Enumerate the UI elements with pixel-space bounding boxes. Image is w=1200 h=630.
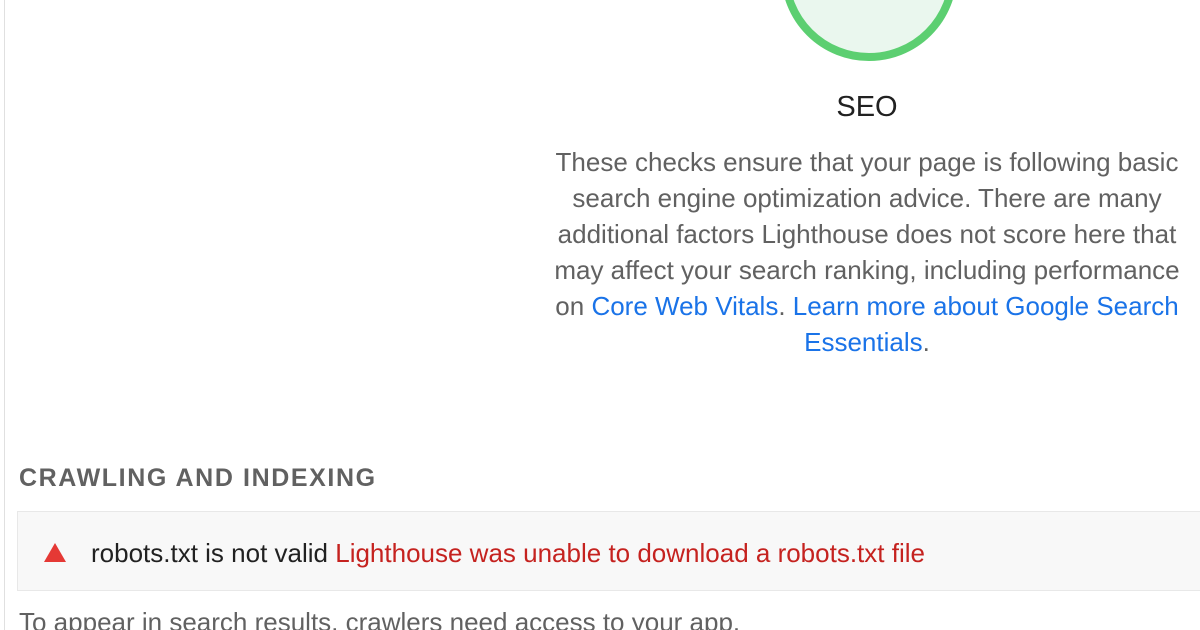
description-line: Essentials. [507, 324, 1200, 360]
learn-more-link-continued[interactable]: Essentials [804, 327, 923, 357]
description-line: on Core Web Vitals. Learn more about Goo… [507, 288, 1200, 324]
category-description: These checks ensure that your page is fo… [507, 144, 1200, 360]
fail-triangle-icon [44, 543, 66, 562]
left-divider [4, 0, 5, 630]
description-text: on [555, 291, 592, 321]
core-web-vitals-link[interactable]: Core Web Vitals [591, 291, 778, 321]
learn-more-link[interactable]: Learn more about Google Search [793, 291, 1179, 321]
audit-display-value: Lighthouse was unable to download a robo… [335, 538, 925, 568]
group-description: To appear in search results, crawlers ne… [19, 607, 741, 630]
description-text: . [778, 291, 793, 321]
group-title-crawling: CRAWLING AND INDEXING [19, 464, 377, 492]
description-line: additional factors Lighthouse does not s… [557, 219, 1177, 249]
description-line: These checks ensure that your page is fo… [555, 147, 1179, 177]
audit-robots-txt[interactable]: robots.txt is not valid Lighthouse was u… [17, 511, 1200, 591]
description-line: may affect your search ranking, includin… [554, 255, 1180, 285]
audit-title: robots.txt is not valid [91, 538, 328, 568]
seo-score-gauge-icon[interactable] [781, 0, 957, 61]
lighthouse-report: SEO These checks ensure that your page i… [0, 0, 1200, 630]
audit-text: robots.txt is not valid Lighthouse was u… [91, 536, 925, 570]
description-line: search engine optimization advice. There… [572, 183, 1162, 213]
category-title: SEO [836, 91, 898, 123]
description-text: . [922, 327, 930, 357]
